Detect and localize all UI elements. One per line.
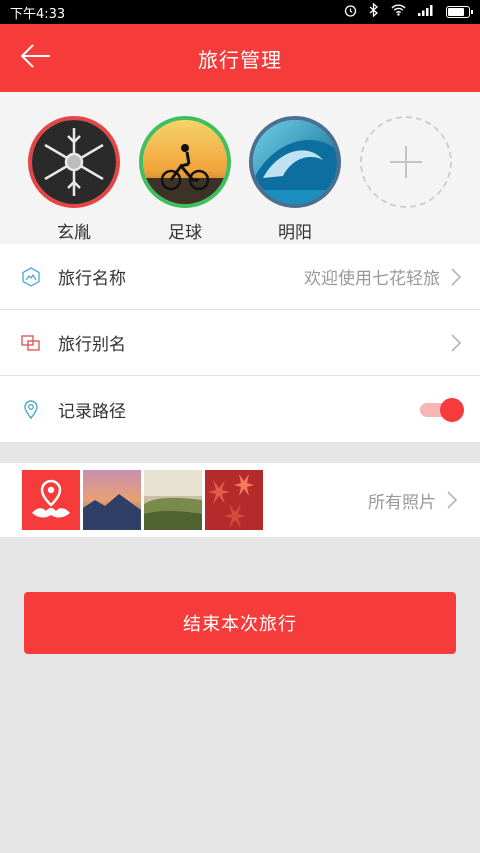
arrow-left-icon	[20, 44, 52, 72]
chevron-right-icon	[450, 333, 462, 353]
avatar	[28, 116, 120, 208]
member-name: 足球	[168, 223, 202, 243]
record-route-toggle[interactable]	[420, 398, 464, 422]
members-row: 玄胤 足球 明阳	[0, 92, 480, 244]
member-name: 明阳	[278, 223, 312, 243]
chevron-right-icon	[446, 490, 458, 510]
add-member-button[interactable]	[360, 116, 452, 208]
mountain-icon	[18, 264, 44, 290]
settings-list: 旅行名称 欢迎使用七花轻旅 旅行别名 记录路径	[0, 244, 480, 442]
location-pin-icon	[18, 396, 44, 422]
status-icons	[344, 2, 473, 21]
trip-alias-row[interactable]: 旅行别名	[0, 310, 480, 376]
wifi-icon	[391, 4, 406, 20]
battery-icon	[446, 6, 473, 18]
trip-name-value: 欢迎使用七花轻旅	[304, 269, 440, 289]
record-route-label: 记录路径	[58, 401, 126, 422]
status-bar: 下午4:33	[0, 0, 480, 24]
overlap-squares-icon	[18, 330, 44, 356]
status-time: 下午4:33	[10, 6, 66, 22]
trip-name-label: 旅行名称	[58, 269, 126, 289]
map-pin-logo-icon	[22, 470, 80, 530]
app-header: 旅行管理	[0, 24, 480, 92]
photo-thumbnail[interactable]	[205, 470, 263, 530]
toggle-knob	[440, 398, 464, 422]
member-item[interactable]: 明阳	[249, 116, 341, 243]
record-route-row: 记录路径	[0, 376, 480, 442]
signal-icon	[418, 4, 434, 20]
all-photos-label: 所有照片	[368, 492, 436, 513]
battery-level	[448, 8, 465, 16]
avatar	[249, 116, 341, 208]
member-name: 玄胤	[57, 223, 91, 243]
page-title: 旅行管理	[198, 47, 282, 72]
bluetooth-icon	[369, 2, 379, 21]
chevron-right-icon	[450, 267, 462, 287]
photos-row[interactable]: 所有照片	[0, 463, 480, 537]
back-button[interactable]	[20, 42, 56, 74]
alarm-icon	[344, 4, 357, 21]
end-trip-button[interactable]: 结束本次旅行	[24, 592, 456, 654]
avatar	[139, 116, 231, 208]
trip-name-row[interactable]: 旅行名称 欢迎使用七花轻旅	[0, 244, 480, 310]
photo-thumbnail[interactable]	[83, 470, 141, 530]
member-item[interactable]: 玄胤	[28, 116, 120, 243]
photo-thumbnail[interactable]	[144, 470, 202, 530]
trip-alias-label: 旅行别名	[58, 335, 126, 355]
member-item[interactable]: 足球	[139, 116, 231, 243]
